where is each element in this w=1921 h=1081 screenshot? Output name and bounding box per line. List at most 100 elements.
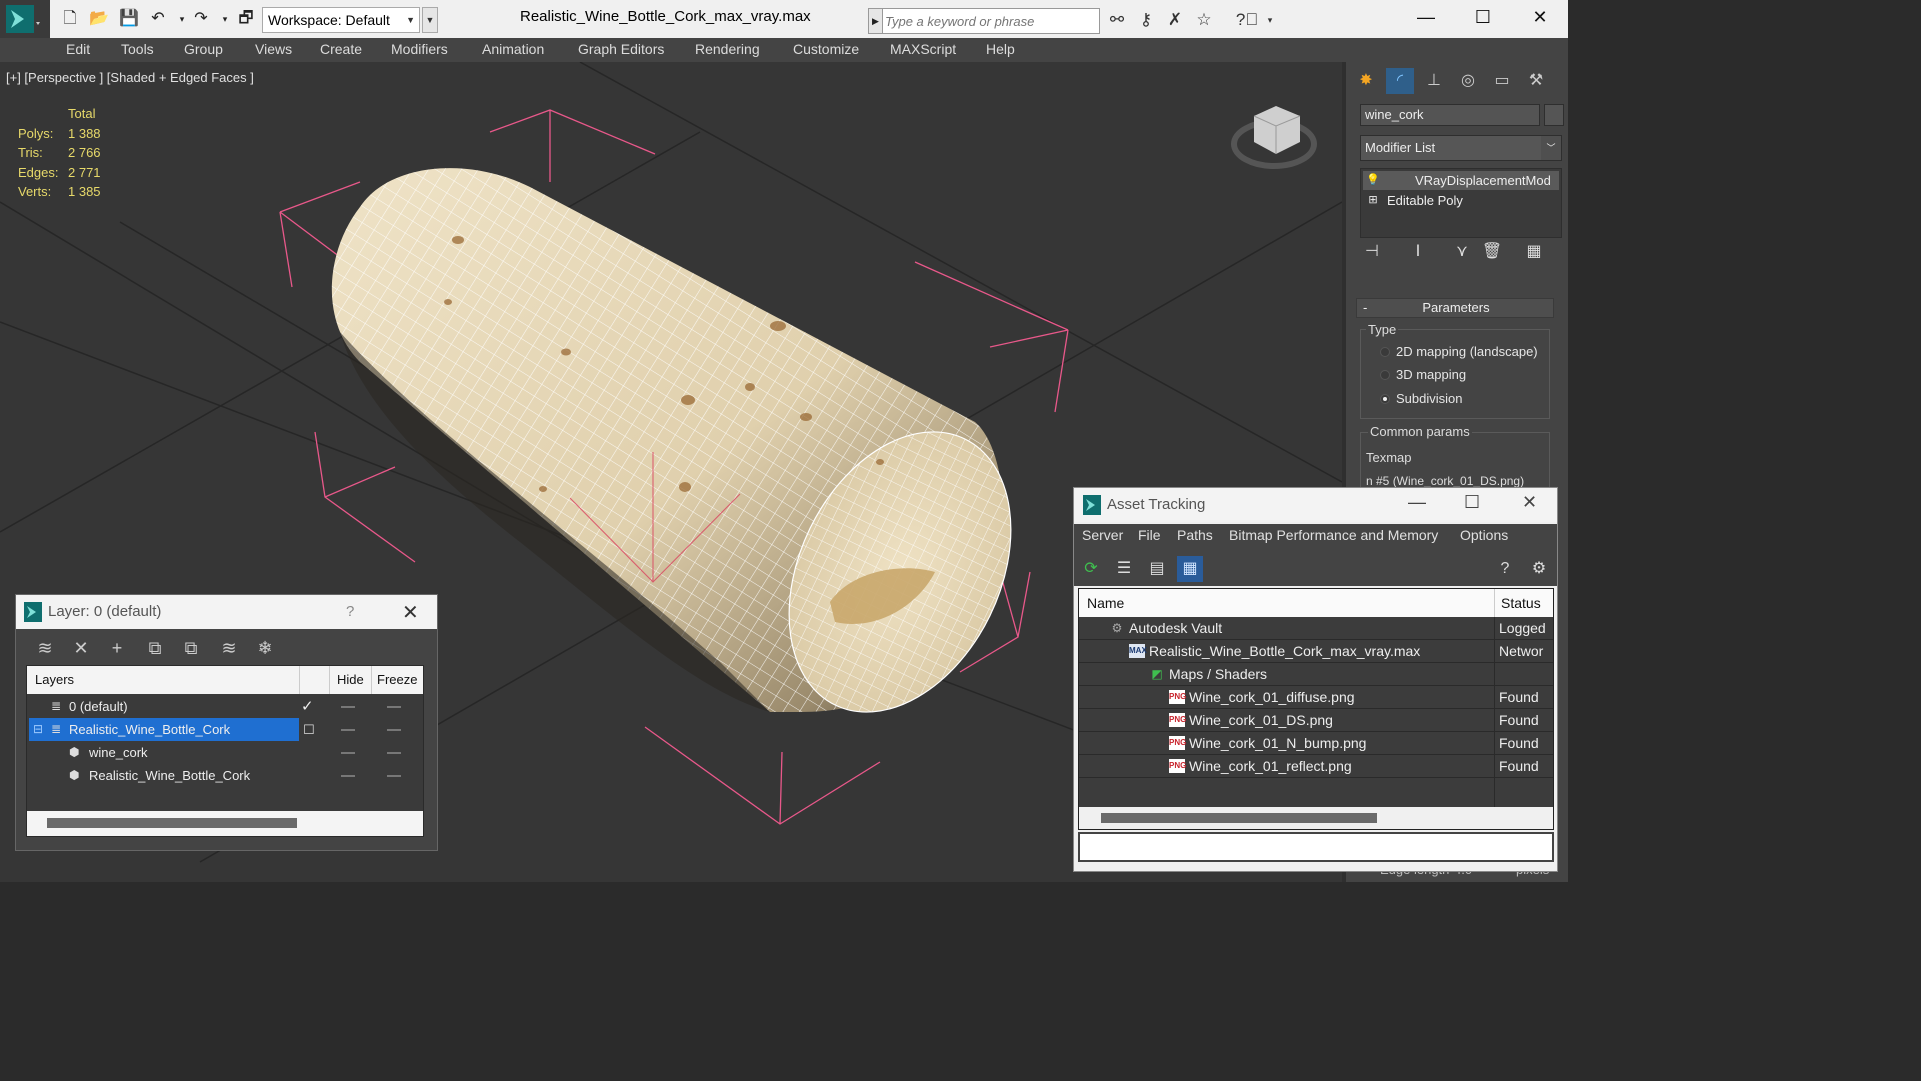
freeze-toggle[interactable]	[387, 729, 401, 731]
open-file-icon[interactable]: 📂	[88, 8, 110, 30]
hide-toggle[interactable]	[341, 729, 355, 731]
active-checkmark-icon[interactable]: ✓	[301, 695, 314, 718]
asset-row-vault[interactable]: ⚙ Autodesk Vault Logged	[1079, 617, 1553, 640]
maximize-button[interactable]: ☐	[1455, 0, 1511, 34]
search-input[interactable]	[885, 11, 1095, 31]
save-file-icon[interactable]: 💾	[118, 8, 140, 30]
lightbulb-icon[interactable]: 💡	[1366, 171, 1380, 190]
redo-icon[interactable]: ↷	[190, 8, 212, 30]
menu-help[interactable]: Help	[986, 41, 1015, 57]
pin-stack-icon[interactable]: ⊣	[1360, 240, 1384, 264]
layer-object-row[interactable]: ⬢ wine_cork	[27, 741, 423, 764]
undo-icon[interactable]: ↶	[147, 8, 169, 30]
menu-graph-editors[interactable]: Graph Editors	[578, 41, 664, 57]
asset-row-maps[interactable]: ◩ Maps / Shaders	[1079, 663, 1553, 686]
menu-customize[interactable]: Customize	[793, 41, 859, 57]
radio-button[interactable]	[1380, 370, 1390, 380]
close-icon[interactable]: ✕	[1522, 492, 1537, 513]
workspace-select[interactable]: Workspace: Default ▼	[262, 7, 420, 33]
hierarchy-tab-icon[interactable]: ⊥	[1420, 68, 1448, 94]
asset-row-texture[interactable]: PNG Wine_cork_01_DS.png Found	[1079, 709, 1553, 732]
modify-tab-icon[interactable]: ◜	[1386, 68, 1414, 94]
minimize-button[interactable]: —	[1398, 0, 1454, 34]
maximize-icon[interactable]: ☐	[1464, 492, 1480, 513]
minimize-icon[interactable]: —	[1408, 492, 1426, 513]
object-color-swatch[interactable]	[1544, 104, 1564, 126]
expand-plus-icon[interactable]: ⊞	[1366, 191, 1380, 210]
menu-modifiers[interactable]: Modifiers	[391, 41, 448, 57]
layer-object-row[interactable]: ⬢ Realistic_Wine_Bottle_Cork	[27, 764, 423, 787]
redo-dropdown-icon[interactable]: ▾	[214, 8, 236, 30]
search-expand-icon[interactable]: ▶	[869, 9, 883, 33]
viewport-label-menu[interactable]: [+] [Perspective ] [Shaded + Edged Faces…	[6, 70, 254, 85]
hide-toggle[interactable]	[341, 752, 355, 754]
app-menu-button[interactable]	[0, 0, 50, 38]
menu-options[interactable]: Options	[1460, 527, 1508, 543]
hide-all-layers-icon[interactable]: ≋	[216, 635, 242, 661]
help-settings-icon[interactable]: ⚙	[1526, 556, 1552, 582]
hide-toggle[interactable]	[341, 775, 355, 777]
menu-create[interactable]: Create	[320, 41, 362, 57]
display-tab-icon[interactable]: ▭	[1488, 68, 1516, 94]
help-query-icon[interactable]: ?	[1492, 556, 1518, 582]
highlight-layer-icon[interactable]: ⧉	[178, 635, 204, 661]
asset-row-max-file[interactable]: MAX Realistic_Wine_Bottle_Cork_max_vray.…	[1079, 640, 1553, 663]
freeze-toggle[interactable]	[387, 752, 401, 754]
freeze-toggle[interactable]	[387, 706, 401, 708]
asset-tracking-titlebar[interactable]: Asset Tracking — ☐ ✕	[1074, 488, 1557, 522]
object-name-field[interactable]: wine_cork	[1360, 104, 1540, 126]
hide-toggle[interactable]	[341, 706, 355, 708]
horizontal-scrollbar-thumb[interactable]	[47, 818, 297, 828]
add-to-layer-icon[interactable]: +	[104, 635, 130, 661]
stack-item-editable-poly[interactable]: ⊞ Editable Poly	[1363, 191, 1559, 210]
menu-paths[interactable]: Paths	[1177, 527, 1213, 543]
workspace-menu-button[interactable]: ▼	[422, 7, 438, 33]
help-search-box[interactable]: ▶	[868, 8, 1100, 34]
help-button[interactable]: ?	[346, 603, 354, 620]
menu-edit[interactable]: Edit	[66, 41, 90, 57]
communication-icon[interactable]: ✗	[1163, 8, 1187, 32]
viewcube[interactable]	[1231, 106, 1317, 169]
create-layer-icon[interactable]: ≋	[32, 635, 58, 661]
create-tab-icon[interactable]: ✸	[1352, 68, 1380, 94]
refresh-icon[interactable]: ⟳	[1078, 556, 1104, 582]
asset-row-texture[interactable]: PNG Wine_cork_01_diffuse.png Found	[1079, 686, 1553, 709]
layer-row[interactable]: ≣ 0 (default) ✓	[27, 695, 423, 718]
layer-dialog-titlebar[interactable]: Layer: 0 (default) ? ✕	[16, 595, 437, 629]
menu-animation[interactable]: Animation	[482, 41, 544, 57]
column-freeze[interactable]: Freeze	[377, 672, 417, 687]
menu-bitmap-performance[interactable]: Bitmap Performance and Memory	[1229, 527, 1438, 543]
modifier-list-dropdown[interactable]: Modifier List ﹀	[1360, 135, 1562, 161]
radio-button[interactable]	[1380, 347, 1390, 357]
motion-tab-icon[interactable]: ◎	[1454, 68, 1482, 94]
layer-row[interactable]: ⊟ ≣ Realistic_Wine_Bottle_Cork ☐	[27, 718, 423, 741]
menu-maxscript[interactable]: MAXScript	[890, 41, 956, 57]
menu-server[interactable]: Server	[1082, 527, 1123, 543]
close-icon[interactable]: ✕	[402, 600, 419, 625]
menu-views[interactable]: Views	[255, 41, 292, 57]
menu-group[interactable]: Group	[184, 41, 223, 57]
stack-item-vraydisplacement[interactable]: 💡 VRayDisplacementMod	[1363, 171, 1559, 190]
configure-modifier-sets-icon[interactable]: ▦	[1522, 240, 1546, 264]
binoculars-icon[interactable]: ⚯	[1105, 8, 1129, 32]
column-status[interactable]: Status	[1501, 595, 1541, 611]
key-icon[interactable]: ⚷	[1134, 8, 1158, 32]
help-dropdown-icon[interactable]: ▾	[1258, 8, 1282, 32]
texmap-button[interactable]: n #5 (Wine_cork_01_DS.png)	[1366, 474, 1524, 488]
tree-view-icon[interactable]: ▤	[1144, 556, 1170, 582]
show-end-result-icon[interactable]: Ⅰ	[1406, 240, 1430, 264]
column-hide[interactable]: Hide	[337, 672, 364, 687]
parameters-rollout-header[interactable]: - Parameters	[1356, 298, 1554, 318]
make-unique-icon[interactable]: ⋎	[1450, 240, 1474, 264]
cork-model[interactable]	[331, 168, 1055, 749]
collapse-minus-icon[interactable]: ⊟	[33, 718, 43, 741]
remove-modifier-icon[interactable]: 🗑	[1480, 240, 1504, 264]
column-name[interactable]: Name	[1087, 595, 1124, 611]
new-file-icon[interactable]: 🗋	[59, 8, 81, 30]
menu-tools[interactable]: Tools	[121, 41, 154, 57]
project-folder-icon[interactable]: 🗗	[235, 8, 257, 30]
asset-row-texture[interactable]: PNG Wine_cork_01_reflect.png Found	[1079, 755, 1553, 778]
column-layers[interactable]: Layers	[35, 672, 74, 687]
table-view-icon[interactable]: ▦	[1177, 556, 1203, 582]
set-active-box-icon[interactable]: ☐	[303, 718, 315, 741]
